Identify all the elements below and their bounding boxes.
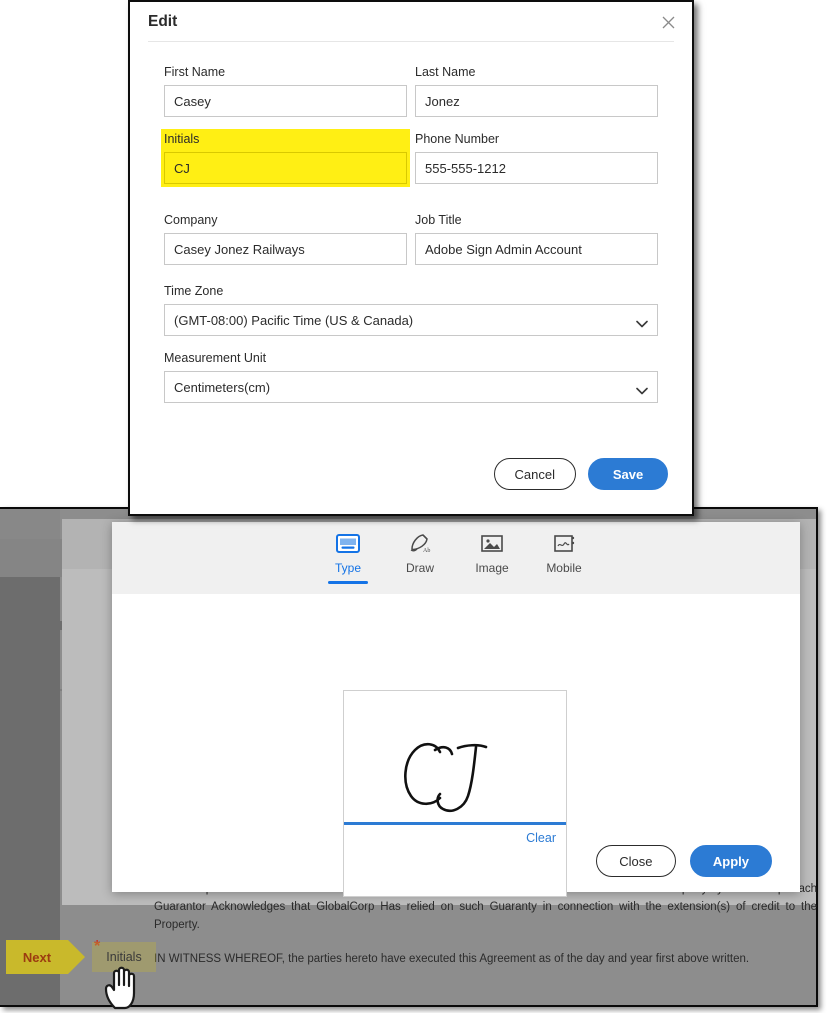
tab-image-label: Image bbox=[475, 561, 509, 575]
form-row-timezone: Time Zone (GMT-08:00) Pacific Time (US &… bbox=[164, 283, 658, 336]
form-row-name: First Name Last Name bbox=[164, 64, 658, 117]
initials-label: Initials bbox=[164, 132, 200, 146]
field-group-first-name: First Name bbox=[164, 64, 407, 117]
measurement-unit-label: Measurement Unit bbox=[164, 351, 267, 365]
first-name-input[interactable] bbox=[164, 85, 407, 117]
dialog-form-body: First Name Last Name Initials Phone Numb… bbox=[130, 42, 692, 403]
signature-baseline bbox=[344, 822, 566, 825]
measurement-unit-select-wrap[interactable]: Centimeters(cm) bbox=[164, 371, 658, 403]
next-arrow-icon bbox=[68, 940, 85, 974]
time-zone-select-wrap[interactable]: (GMT-08:00) Pacific Time (US & Canada) bbox=[164, 304, 658, 336]
form-row-company-job: Company Job Title bbox=[164, 212, 658, 265]
signature-glyph-cj bbox=[404, 742, 488, 813]
form-row-measurement-unit: Measurement Unit Centimeters(cm) bbox=[164, 350, 658, 403]
signature-body: Clear Close Apply bbox=[112, 594, 800, 897]
edit-profile-dialog: Edit First Name Last Name bbox=[128, 0, 694, 516]
field-group-phone-number: Phone Number bbox=[415, 131, 658, 198]
signature-capture-box[interactable]: Clear bbox=[343, 690, 567, 897]
dialog-title-bar: Edit bbox=[130, 2, 692, 41]
phone-number-label: Phone Number bbox=[415, 132, 500, 146]
field-tag-group[interactable]: Next * Initials bbox=[6, 939, 176, 980]
page-title: Edit bbox=[148, 12, 178, 30]
signature-tab-bar: Type Ab Draw Image Mobile bbox=[112, 522, 800, 594]
save-button[interactable]: Save bbox=[588, 458, 668, 490]
field-group-measurement-unit: Measurement Unit Centimeters(cm) bbox=[164, 350, 658, 403]
close-icon[interactable] bbox=[656, 10, 680, 34]
keyboard-icon bbox=[336, 530, 360, 556]
field-group-job-title: Job Title bbox=[415, 212, 658, 265]
tab-mobile-label: Mobile bbox=[546, 561, 582, 575]
hand-cursor-icon bbox=[104, 966, 136, 1010]
initials-input[interactable] bbox=[164, 152, 407, 184]
job-title-label: Job Title bbox=[415, 213, 462, 227]
next-button[interactable]: Next bbox=[6, 940, 68, 974]
job-title-input[interactable] bbox=[415, 233, 658, 265]
document-paragraph-2: IN WITNESS WHEREOF, the parties hereto h… bbox=[154, 953, 750, 965]
company-input[interactable] bbox=[164, 233, 407, 265]
company-label: Company bbox=[164, 213, 218, 227]
measurement-unit-select[interactable]: Centimeters(cm) bbox=[164, 371, 658, 403]
image-icon bbox=[480, 530, 504, 556]
tab-draw[interactable]: Ab Draw bbox=[392, 530, 448, 575]
signature-action-bar: Close Apply bbox=[595, 845, 772, 877]
field-group-time-zone: Time Zone (GMT-08:00) Pacific Time (US &… bbox=[164, 283, 658, 336]
form-row-initials-phone: Initials Phone Number bbox=[161, 129, 658, 198]
tab-active-underline bbox=[328, 581, 368, 584]
pen-icon: Ab bbox=[408, 530, 432, 556]
close-button[interactable]: Close bbox=[595, 845, 676, 877]
signature-modal: Type Ab Draw Image Mobile Clear Close Ap… bbox=[112, 522, 800, 897]
field-group-company: Company bbox=[164, 212, 407, 265]
last-name-input[interactable] bbox=[415, 85, 658, 117]
field-group-last-name: Last Name bbox=[415, 64, 658, 117]
svg-text:Ab: Ab bbox=[423, 548, 430, 553]
tab-image[interactable]: Image bbox=[464, 530, 520, 575]
apply-button[interactable]: Apply bbox=[689, 845, 772, 877]
dialog-action-bar: Cancel Save bbox=[493, 458, 668, 490]
time-zone-select[interactable]: (GMT-08:00) Pacific Time (US & Canada) bbox=[164, 304, 658, 336]
last-name-label: Last Name bbox=[415, 65, 476, 79]
tab-mobile[interactable]: Mobile bbox=[536, 530, 592, 575]
screenshot-stage: GlobalCorp that he or she has been indiv… bbox=[0, 0, 830, 1013]
tab-type-label: Type bbox=[334, 561, 361, 575]
cancel-button[interactable]: Cancel bbox=[493, 458, 576, 490]
first-name-label: First Name bbox=[164, 65, 226, 79]
tab-draw-label: Draw bbox=[405, 561, 434, 575]
time-zone-label: Time Zone bbox=[164, 284, 224, 298]
signature-preview bbox=[344, 691, 566, 823]
tab-type[interactable]: Type bbox=[320, 530, 376, 584]
phone-number-input[interactable] bbox=[415, 152, 658, 184]
field-group-initials: Initials bbox=[161, 129, 410, 187]
mobile-icon bbox=[552, 530, 576, 556]
clear-signature-link[interactable]: Clear bbox=[526, 831, 556, 845]
